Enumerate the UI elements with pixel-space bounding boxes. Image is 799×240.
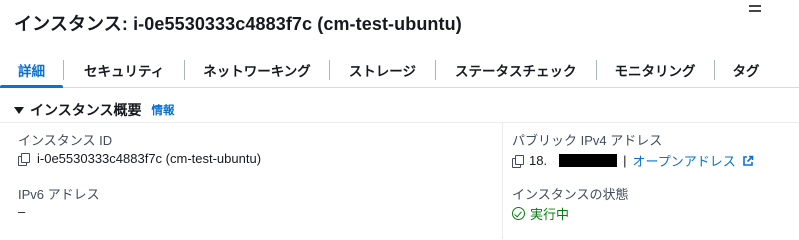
link-separator: | xyxy=(623,153,627,168)
tab-bar: 詳細 セキュリティ ネットワーキング ストレージ ステータスチェック モニタリン… xyxy=(0,52,799,88)
section-divider xyxy=(0,122,799,123)
public-ipv4-prefix: 18. xyxy=(529,153,548,168)
public-ipv4-label: パブリック IPv4 アドレス xyxy=(512,133,663,148)
instance-summary-header[interactable]: インスタンス概要 情報 xyxy=(8,99,174,121)
ipv6-value: – xyxy=(18,204,26,219)
tab-status-checks[interactable]: ステータスチェック xyxy=(436,52,596,87)
tab-storage[interactable]: ストレージ xyxy=(330,52,435,87)
instance-state-value: 実行中 xyxy=(512,204,569,223)
public-ipv4-value: 18. | オープンアドレス xyxy=(512,151,754,170)
tab-tags[interactable]: タグ xyxy=(715,52,778,87)
external-link-icon[interactable] xyxy=(742,155,754,167)
column-divider xyxy=(502,123,503,239)
instance-detail-page: インスタンス: i-0e5530333c4883f7c (cm-test-ubu… xyxy=(0,0,799,239)
menu-icon[interactable] xyxy=(749,5,761,15)
copy-icon[interactable] xyxy=(18,152,30,166)
open-address-link[interactable]: オープンアドレス xyxy=(632,151,735,170)
ipv6-label: IPv6 アドレス xyxy=(18,187,100,202)
info-link[interactable]: 情報 xyxy=(151,102,174,118)
instance-id-text: i-0e5530333c4883f7c (cm-test-ubuntu) xyxy=(37,151,262,166)
instance-id-value: i-0e5530333c4883f7c (cm-test-ubuntu) xyxy=(18,151,261,166)
tab-details[interactable]: 詳細 xyxy=(0,52,63,88)
caret-down-icon[interactable] xyxy=(14,106,24,114)
instance-id-label: インスタンス ID xyxy=(18,133,113,148)
tab-monitoring[interactable]: モニタリング xyxy=(597,52,714,87)
status-success-icon xyxy=(512,207,525,220)
page-header: インスタンス: i-0e5530333c4883f7c (cm-test-ubu… xyxy=(14,10,462,36)
instance-state-text: 実行中 xyxy=(530,207,570,222)
tab-networking[interactable]: ネットワーキング xyxy=(185,52,329,87)
tab-security[interactable]: セキュリティ xyxy=(64,52,184,87)
page-title: インスタンス: i-0e5530333c4883f7c (cm-test-ubu… xyxy=(14,14,462,34)
section-title: インスタンス概要 xyxy=(30,102,142,118)
redacted-block xyxy=(559,154,618,167)
copy-icon[interactable] xyxy=(512,154,524,168)
instance-state-label: インスタンスの状態 xyxy=(512,187,629,202)
